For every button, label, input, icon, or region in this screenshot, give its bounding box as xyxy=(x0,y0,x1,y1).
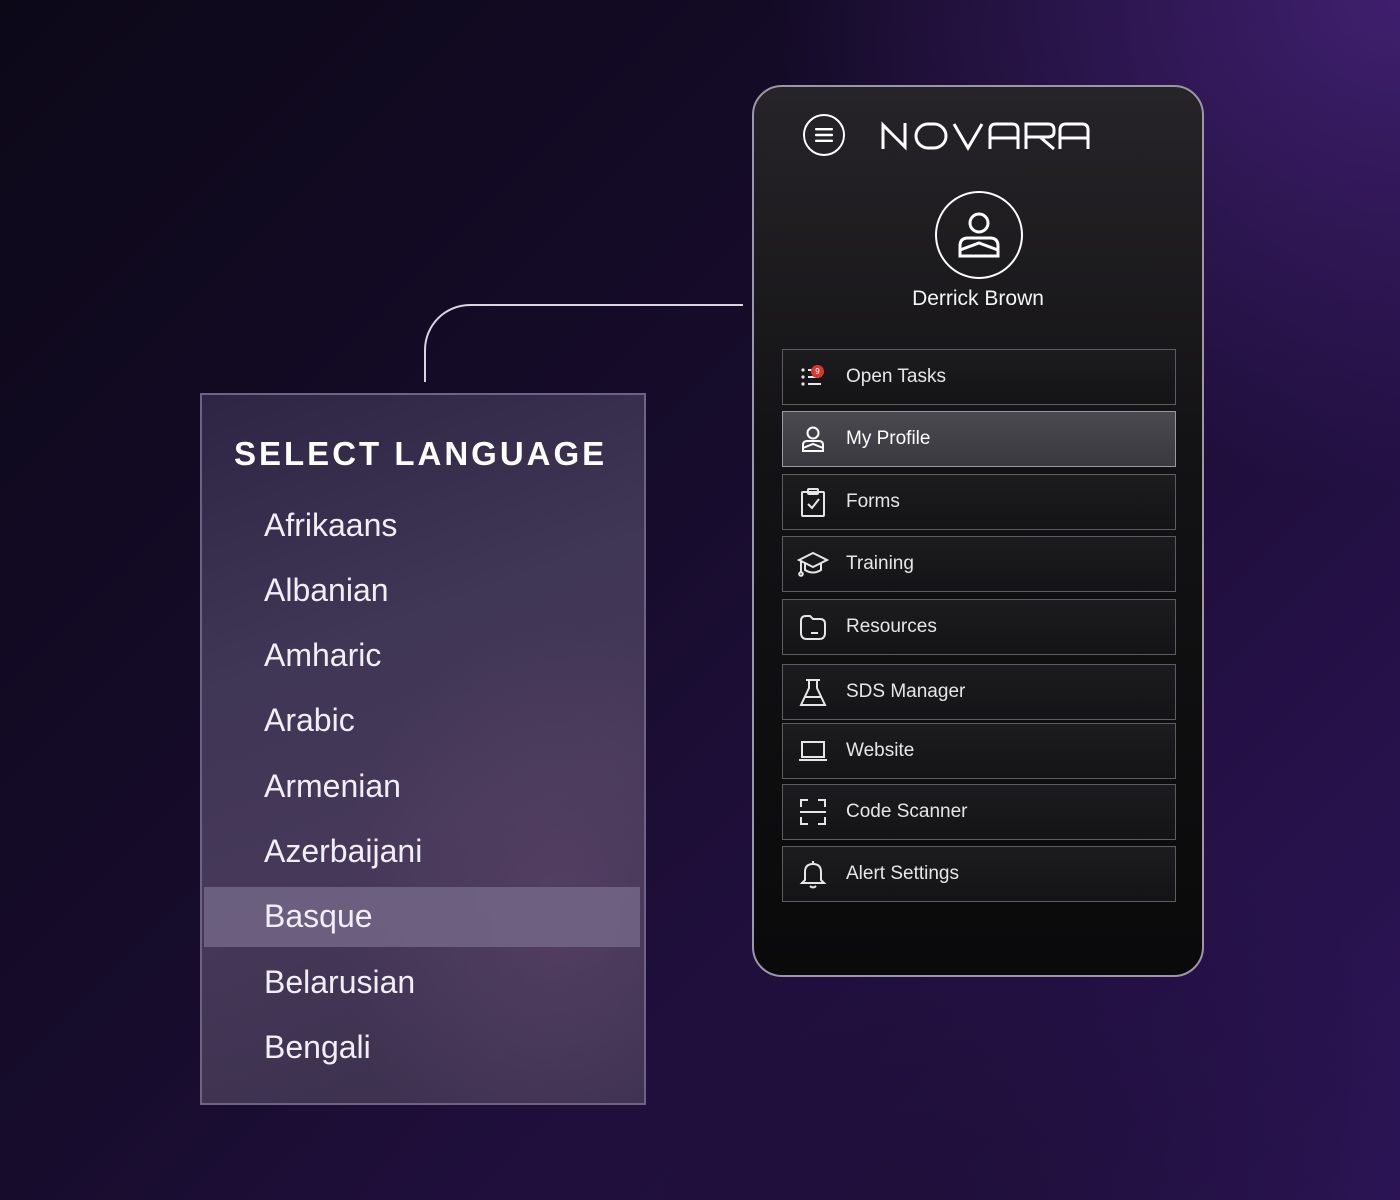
novara-logo xyxy=(881,121,1090,151)
user-avatar-icon xyxy=(958,212,1000,258)
language-option-azerbaijani[interactable]: Azerbaijani xyxy=(202,821,644,881)
language-option-basque[interactable]: Basque xyxy=(204,886,640,947)
connector-line xyxy=(424,304,743,382)
menu-label-my-profile: My Profile xyxy=(846,428,931,449)
menu-item-sds-manager[interactable]: SDS Manager xyxy=(782,664,1176,720)
graduation-cap-icon xyxy=(797,548,829,580)
menu-label-resources: Resources xyxy=(846,616,937,637)
menu-item-alert-settings[interactable]: Alert Settings xyxy=(782,846,1176,902)
menu-item-open-tasks[interactable]: 9 Open Tasks xyxy=(782,349,1176,405)
language-option-armenian[interactable]: Armenian xyxy=(202,756,644,816)
menu-item-my-profile[interactable]: My Profile xyxy=(782,411,1176,467)
menu-label-forms: Forms xyxy=(846,491,900,512)
language-panel: SELECT LANGUAGE Afrikaans Albanian Amhar… xyxy=(200,393,646,1105)
laptop-icon xyxy=(797,735,829,767)
menu-item-forms[interactable]: Forms xyxy=(782,474,1176,530)
language-option-afrikaans[interactable]: Afrikaans xyxy=(202,495,644,555)
menu-label-open-tasks: Open Tasks xyxy=(846,366,946,387)
phone-frame: Derrick Brown 9 Open Tasks My Profile Fo… xyxy=(752,85,1204,977)
menu-label-alert-settings: Alert Settings xyxy=(846,863,959,884)
language-option-amharic[interactable]: Amharic xyxy=(202,626,644,686)
language-option-bengali[interactable]: Bengali xyxy=(202,1017,644,1077)
clipboard-check-icon xyxy=(797,486,829,518)
menu-item-code-scanner[interactable]: Code Scanner xyxy=(782,784,1176,840)
language-panel-title: SELECT LANGUAGE xyxy=(234,435,608,472)
profile-avatar[interactable] xyxy=(935,191,1023,279)
bell-icon xyxy=(797,858,829,890)
hamburger-icon xyxy=(815,128,833,142)
menu-item-training[interactable]: Training xyxy=(782,536,1176,592)
menu-label-sds-manager: SDS Manager xyxy=(846,681,966,702)
language-list: Afrikaans Albanian Amharic Arabic Armeni… xyxy=(202,495,644,1083)
language-option-albanian[interactable]: Albanian xyxy=(202,560,644,620)
menu-label-website: Website xyxy=(846,740,915,761)
menu-label-code-scanner: Code Scanner xyxy=(846,801,968,822)
open-tasks-badge: 9 xyxy=(811,365,824,378)
scan-frame-icon xyxy=(797,796,829,828)
menu-item-website[interactable]: Website xyxy=(782,723,1176,779)
menu-item-resources[interactable]: Resources xyxy=(782,599,1176,655)
language-option-belarusian[interactable]: Belarusian xyxy=(202,952,644,1012)
user-name: Derrick Brown xyxy=(912,287,1044,310)
hamburger-menu-button[interactable] xyxy=(803,114,845,156)
menu-label-training: Training xyxy=(846,553,914,574)
flask-icon xyxy=(797,676,829,708)
folder-icon xyxy=(797,611,829,643)
language-option-arabic[interactable]: Arabic xyxy=(202,691,644,751)
user-icon xyxy=(797,423,829,455)
